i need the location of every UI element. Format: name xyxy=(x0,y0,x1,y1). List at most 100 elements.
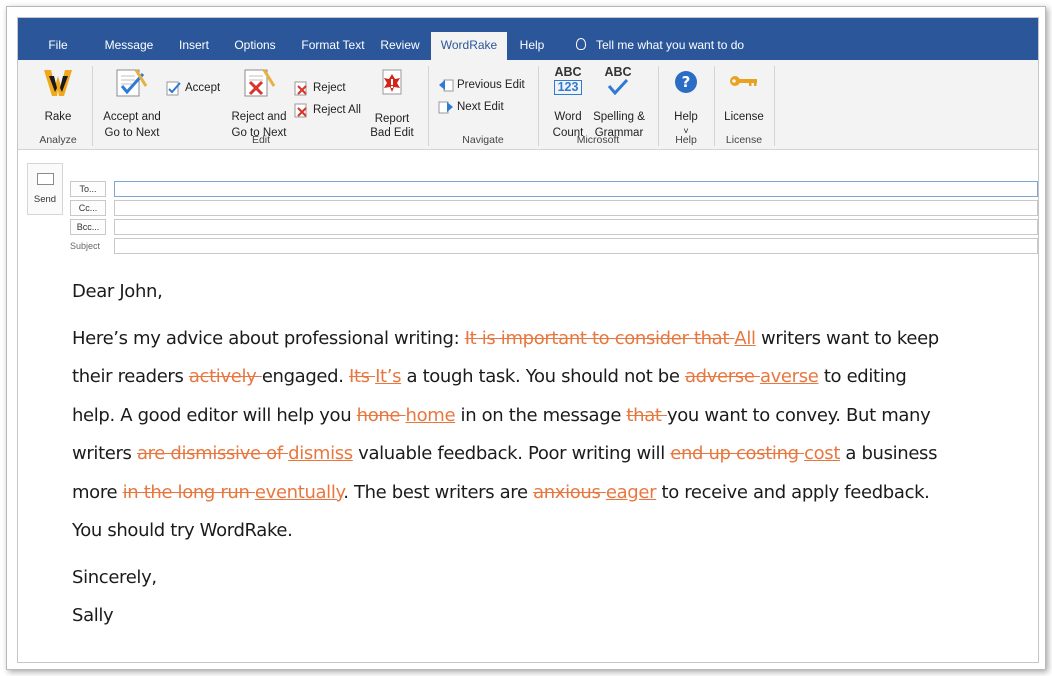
deleted-text[interactable]: end up costing xyxy=(670,443,804,464)
deleted-text[interactable]: It is important to consider that xyxy=(465,328,735,349)
license-label: License xyxy=(724,111,764,123)
reject-go-next-label-1: Reject and xyxy=(231,111,287,123)
compose-frame: File Message Insert Options Format Text … xyxy=(17,17,1039,663)
accept-button[interactable]: Accept xyxy=(166,80,220,96)
word-count-icon: ABC 123 xyxy=(553,66,583,95)
group-label-navigate: Navigate xyxy=(462,134,504,146)
body-text-run: . The best writers are xyxy=(343,481,534,503)
group-separator xyxy=(658,66,659,146)
tab-options[interactable]: Options xyxy=(230,32,280,60)
tab-help[interactable]: Help xyxy=(515,32,549,60)
reject-icon xyxy=(294,81,307,96)
group-separator xyxy=(714,66,715,146)
reject-all-button[interactable]: Reject All xyxy=(294,102,361,118)
to-button[interactable]: To... xyxy=(70,181,106,197)
inserted-text[interactable]: dismiss xyxy=(288,443,353,464)
envelope-icon xyxy=(37,173,54,185)
body-text-run: a tough task. You should not be xyxy=(401,366,685,387)
previous-edit-label: Previous Edit xyxy=(457,79,525,91)
license-key-icon xyxy=(730,76,757,86)
accept-icon xyxy=(166,81,181,96)
send-button[interactable]: Send xyxy=(27,163,63,215)
deleted-text[interactable]: are dismissive of xyxy=(137,443,288,464)
reject-button[interactable]: Reject xyxy=(294,80,346,96)
word-count-icon-number: 123 xyxy=(554,80,582,95)
next-edit-label: Next Edit xyxy=(457,101,504,113)
inserted-text[interactable]: eventually xyxy=(255,482,344,503)
spelling-check-icon: ABC xyxy=(602,66,634,100)
to-field[interactable] xyxy=(114,181,1038,197)
tab-format-text[interactable]: Format Text xyxy=(296,32,370,60)
signature: Sally xyxy=(72,605,114,626)
tab-message[interactable]: Message xyxy=(100,32,158,60)
inserted-text[interactable]: home xyxy=(406,405,456,426)
deleted-text[interactable]: hone xyxy=(357,405,406,426)
rake-label: Rake xyxy=(44,111,72,123)
reject-label: Reject xyxy=(313,81,346,94)
deleted-text[interactable]: actively xyxy=(189,366,262,387)
word-count-icon-abc: ABC xyxy=(554,65,582,79)
subject-field[interactable] xyxy=(114,238,1038,254)
cc-button[interactable]: Cc... xyxy=(70,200,106,216)
tab-wordrake[interactable]: WordRake xyxy=(431,32,507,60)
next-edit-button[interactable]: Next Edit xyxy=(438,100,504,115)
greeting: Dear John, xyxy=(72,281,163,302)
reject-all-icon xyxy=(294,103,307,118)
inserted-text[interactable]: eager xyxy=(606,482,657,503)
inserted-text[interactable]: All xyxy=(734,328,756,349)
group-label-help: Help xyxy=(675,134,697,146)
group-label-edit: Edit xyxy=(251,134,271,146)
reject-all-label: Reject All xyxy=(313,103,361,116)
tell-me-text: Tell me what you want to do xyxy=(596,38,745,52)
bcc-field[interactable] xyxy=(114,219,1038,235)
tell-me-search[interactable]: Tell me what you want to do xyxy=(576,32,744,60)
subject-label: Subject xyxy=(70,241,101,251)
deleted-text[interactable]: adverse xyxy=(685,366,760,387)
group-separator xyxy=(92,66,93,146)
tab-file[interactable]: File xyxy=(38,32,78,60)
bcc-button[interactable]: Bcc... xyxy=(70,219,106,235)
accept-label: Accept xyxy=(185,81,221,94)
edited-paragraph: Here’s my advice about professional writ… xyxy=(72,320,952,551)
group-label-microsoft: Microsoft xyxy=(576,134,620,146)
group-separator xyxy=(538,66,539,146)
body-text-run: valuable feedback. Poor writing will xyxy=(352,443,671,464)
help-question-icon: ? xyxy=(675,71,697,93)
group-separator xyxy=(774,66,775,146)
deleted-text[interactable]: anxious xyxy=(533,482,606,503)
report-label-1: Report xyxy=(374,113,410,125)
wordrake-logo-icon xyxy=(44,70,72,96)
inserted-text[interactable]: It’s xyxy=(375,366,401,387)
message-header: Send To... Cc... Bcc... Subject xyxy=(18,151,1038,254)
tab-review[interactable]: Review xyxy=(376,32,424,60)
tab-insert[interactable]: Insert xyxy=(172,32,216,60)
body-text-run: in on the message xyxy=(455,404,627,426)
send-label: Send xyxy=(33,194,57,205)
inserted-text[interactable]: cost xyxy=(804,443,840,464)
spelling-icon-abc: ABC xyxy=(604,65,632,79)
deleted-text[interactable]: that xyxy=(626,405,667,426)
report-bad-edit-icon xyxy=(382,69,402,95)
lightbulb-icon xyxy=(576,38,586,50)
wordrake-ribbon: Rake Analyze Accept and Go to Next Accep… xyxy=(18,60,1038,150)
help-label: Help xyxy=(674,111,698,123)
deleted-text[interactable]: Its xyxy=(349,366,375,387)
accept-document-icon xyxy=(116,69,148,97)
spelling-label-1: Spelling & xyxy=(593,111,645,123)
outlook-compose-window: File Message Insert Options Format Text … xyxy=(6,6,1046,670)
word-count-label-1: Word xyxy=(554,111,582,123)
closing: Sincerely, xyxy=(72,566,157,588)
ribbon-tab-bar: File Message Insert Options Format Text … xyxy=(18,18,1038,60)
cc-field[interactable] xyxy=(114,200,1038,216)
deleted-text[interactable]: in the long run xyxy=(123,482,255,503)
svg-text:?: ? xyxy=(682,73,691,91)
message-body[interactable]: Dear John, Here’s my advice about profes… xyxy=(72,273,952,636)
group-label-analyze: Analyze xyxy=(39,134,77,146)
previous-edit-icon xyxy=(439,79,454,91)
reject-document-icon xyxy=(244,69,276,97)
inserted-text[interactable]: averse xyxy=(760,366,819,387)
previous-edit-button[interactable]: Previous Edit xyxy=(438,78,525,93)
body-text-run: Here’s my advice about professional writ… xyxy=(72,327,465,349)
group-label-license: License xyxy=(725,134,763,146)
group-separator xyxy=(428,66,429,146)
